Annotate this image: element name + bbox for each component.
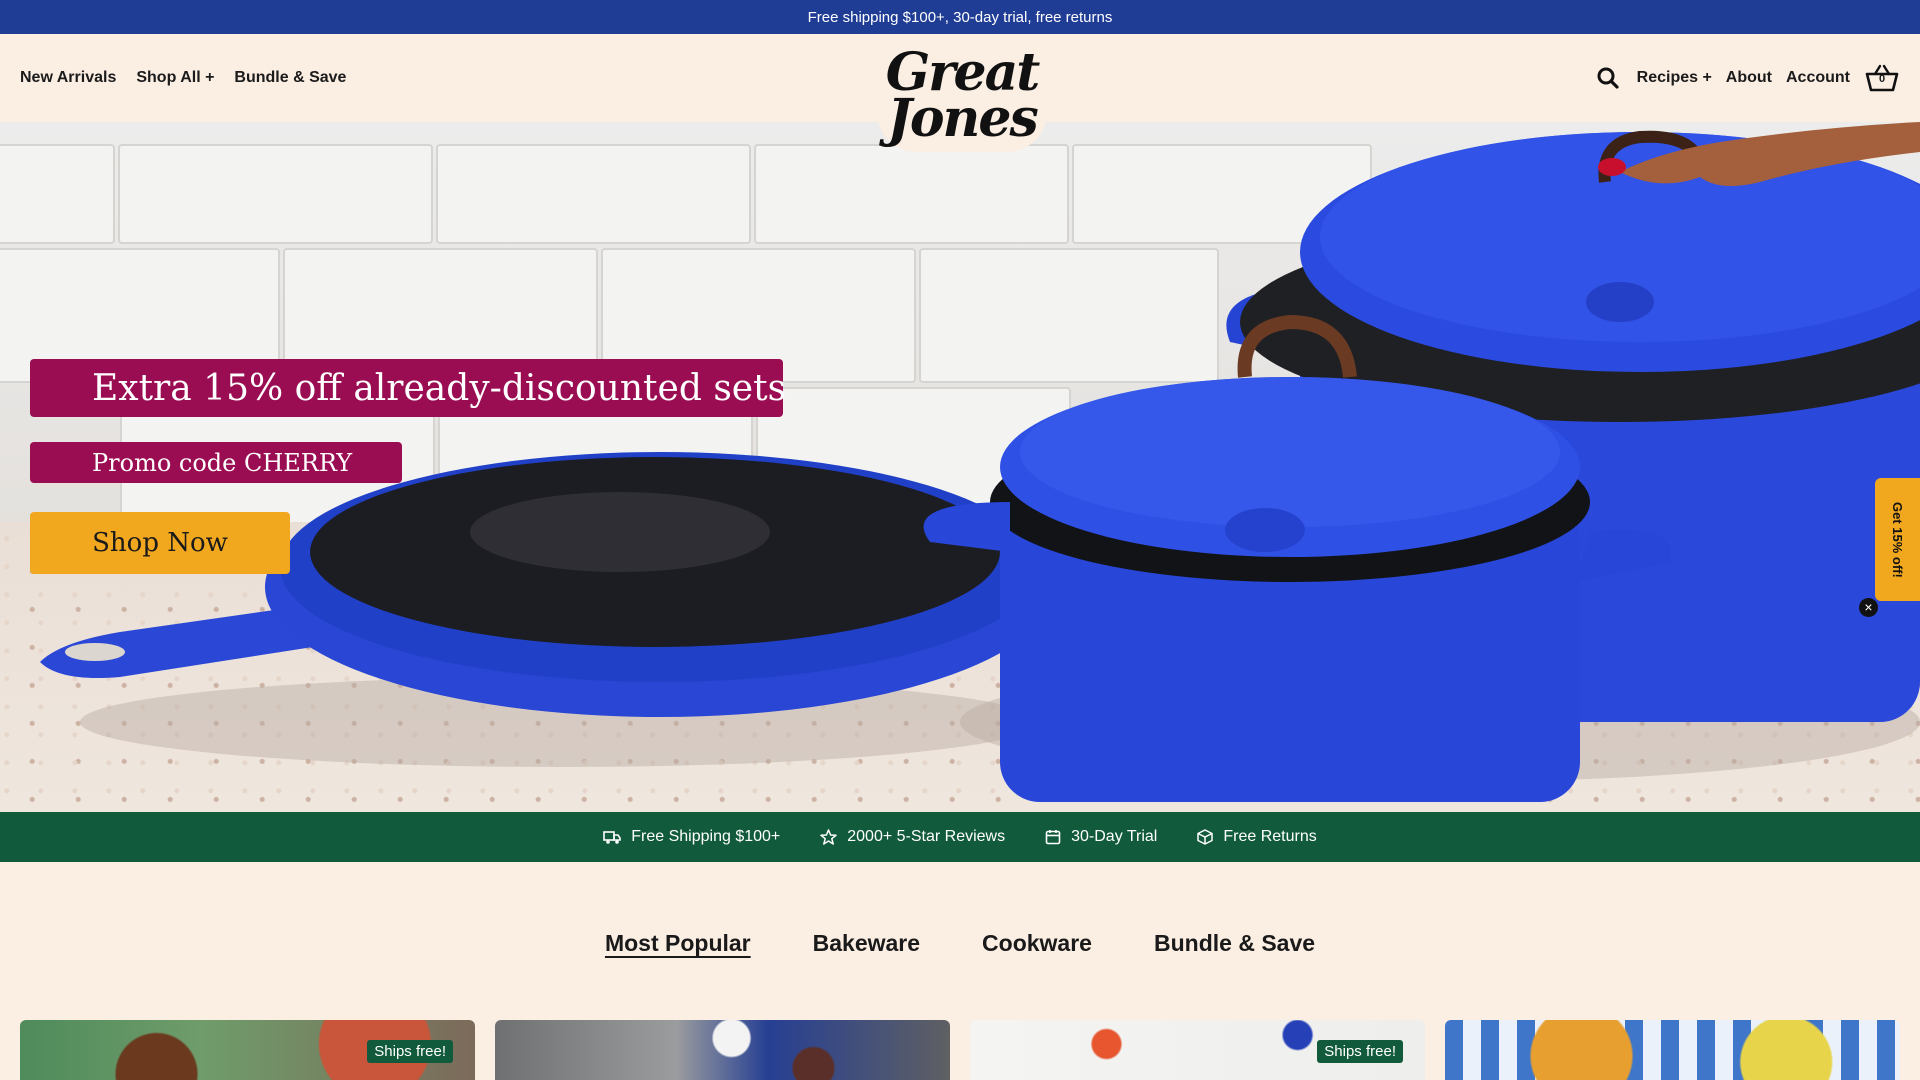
value-label: Free Shipping $100+ bbox=[631, 828, 781, 845]
product-grid: Ships free! Ships free! bbox=[20, 1020, 1900, 1080]
value-returns: Free Returns bbox=[1197, 828, 1317, 846]
cart-count: 0 bbox=[1878, 73, 1886, 85]
tab-cookware[interactable]: Cookware bbox=[982, 930, 1092, 970]
value-reviews: 2000+ 5-Star Reviews bbox=[820, 828, 1005, 846]
product-card[interactable] bbox=[495, 1020, 950, 1080]
value-trial: 30-Day Trial bbox=[1045, 828, 1157, 846]
category-tabs: Most Popular Bakeware Cookware Bundle & … bbox=[0, 930, 1920, 970]
tab-bundle-save[interactable]: Bundle & Save bbox=[1154, 930, 1315, 970]
tab-bakeware[interactable]: Bakeware bbox=[813, 930, 920, 970]
discount-side-label: Get 15% off! bbox=[1890, 501, 1905, 578]
product-card[interactable]: Ships free! bbox=[20, 1020, 475, 1080]
truck-icon bbox=[603, 831, 622, 844]
value-label: 30-Day Trial bbox=[1071, 828, 1158, 845]
search-icon[interactable] bbox=[1593, 63, 1623, 93]
calendar-icon bbox=[1045, 830, 1061, 845]
shop-now-label: Shop Now bbox=[92, 528, 228, 558]
discount-side-tab[interactable]: Get 15% off! bbox=[1875, 478, 1920, 601]
value-label: 2000+ 5-Star Reviews bbox=[847, 828, 1006, 845]
shop-now-button[interactable]: Shop Now bbox=[30, 512, 290, 574]
logo[interactable]: Great Jones bbox=[877, 40, 1047, 152]
cart-button[interactable]: 0 bbox=[1864, 60, 1900, 96]
promo-code-text: Promo code CHERRY bbox=[92, 448, 353, 477]
nav-recipes[interactable]: Recipes + bbox=[1637, 69, 1712, 87]
nav-bundle-save[interactable]: Bundle & Save bbox=[234, 69, 346, 87]
promo-code-label: Promo code CHERRY bbox=[30, 442, 402, 483]
hero-banner: Extra 15% off already-discounted sets Pr… bbox=[0, 122, 1920, 812]
promo-headline-text: Extra 15% off already-discounted sets bbox=[92, 367, 787, 409]
product-card[interactable] bbox=[1445, 1020, 1900, 1080]
nav-about[interactable]: About bbox=[1726, 69, 1772, 87]
announcement-bar: Free shipping $100+, 30-day trial, free … bbox=[0, 0, 1920, 34]
nav-shop-all[interactable]: Shop All + bbox=[136, 69, 214, 87]
nav-account[interactable]: Account bbox=[1786, 69, 1850, 87]
announcement-text: Free shipping $100+, 30-day trial, free … bbox=[807, 8, 1113, 26]
primary-nav: New Arrivals Shop All + Bundle & Save bbox=[20, 34, 346, 122]
ships-free-badge: Ships free! bbox=[1317, 1040, 1403, 1063]
tab-most-popular[interactable]: Most Popular bbox=[605, 930, 751, 970]
product-card[interactable]: Ships free! bbox=[970, 1020, 1425, 1080]
value-free-shipping: Free Shipping $100+ bbox=[603, 828, 780, 846]
promo-headline: Extra 15% off already-discounted sets bbox=[30, 359, 787, 417]
value-label: Free Returns bbox=[1223, 828, 1317, 845]
nav-new-arrivals[interactable]: New Arrivals bbox=[20, 69, 116, 87]
star-icon bbox=[820, 829, 837, 845]
box-icon bbox=[1197, 829, 1214, 845]
value-props-bar: Free Shipping $100+ 2000+ 5-Star Reviews… bbox=[0, 812, 1920, 862]
logo-line-2: Jones bbox=[887, 88, 1038, 149]
close-icon[interactable]: × bbox=[1859, 598, 1878, 617]
ships-free-badge: Ships free! bbox=[367, 1040, 453, 1063]
secondary-nav: Recipes + About Account 0 bbox=[1593, 34, 1900, 122]
